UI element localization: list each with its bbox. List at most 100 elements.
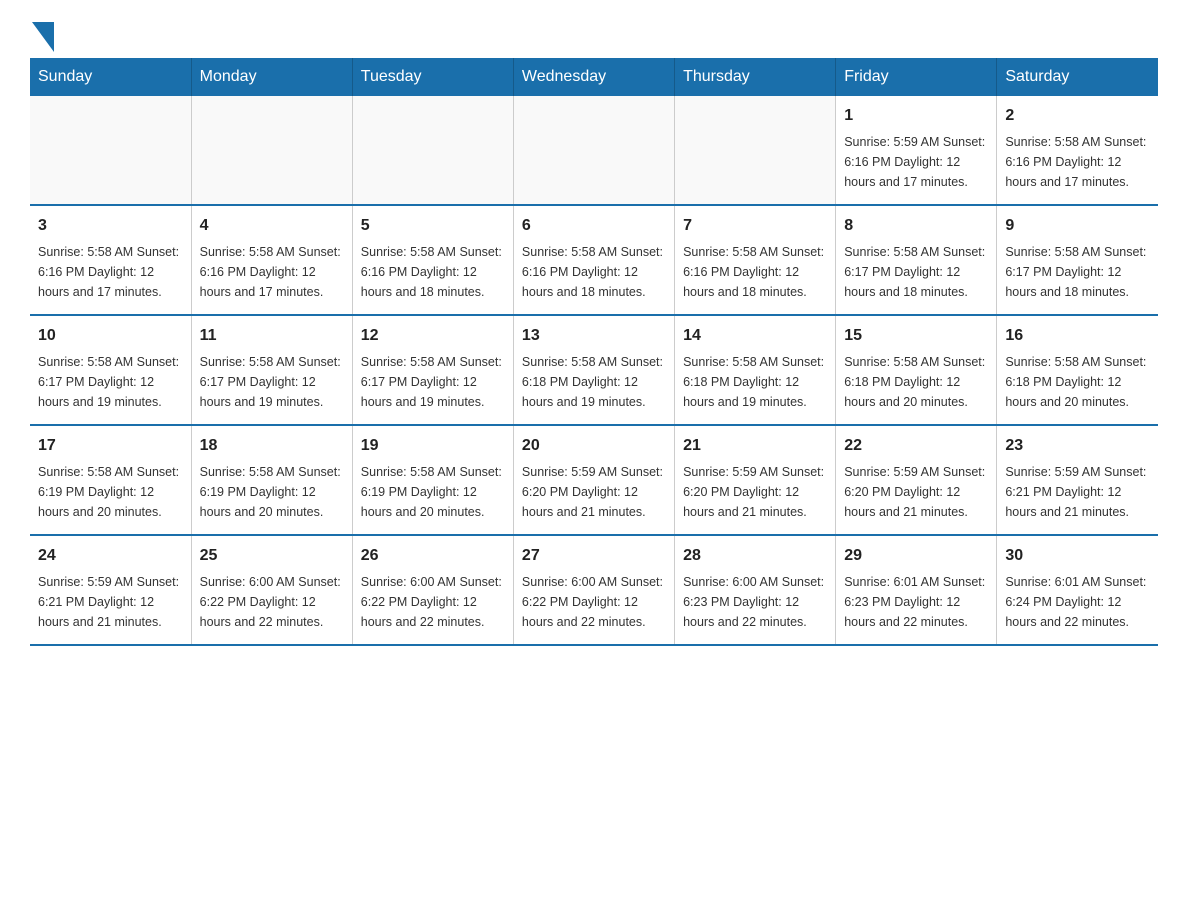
day-info: Sunrise: 5:58 AM Sunset: 6:19 PM Dayligh… [38,462,183,522]
calendar-week-row: 10 Sunrise: 5:58 AM Sunset: 6:17 PM Dayli… [30,315,1158,425]
day-info: Sunrise: 5:58 AM Sunset: 6:16 PM Dayligh… [522,242,666,302]
day-number: 20 [522,434,666,458]
day-info: Sunrise: 5:58 AM Sunset: 6:18 PM Dayligh… [683,352,827,412]
calendar-cell [675,96,836,205]
calendar-cell: 25 Sunrise: 6:00 AM Sunset: 6:22 PM Dayli… [191,535,352,645]
day-number: 11 [200,324,344,348]
day-number: 30 [1005,544,1150,568]
calendar-cell: 14 Sunrise: 5:58 AM Sunset: 6:18 PM Dayli… [675,315,836,425]
calendar-cell: 4Sunrise: 5:58 AM Sunset: 6:16 PM Daylig… [191,205,352,315]
calendar-cell: 11 Sunrise: 5:58 AM Sunset: 6:17 PM Dayli… [191,315,352,425]
calendar-cell: 24Sunrise: 5:59 AM Sunset: 6:21 PM Dayli… [30,535,191,645]
day-info: Sunrise: 5:59 AM Sunset: 6:20 PM Dayligh… [844,462,988,522]
weekday-header-saturday: Saturday [997,58,1158,96]
day-info: Sunrise: 5:59 AM Sunset: 6:16 PM Dayligh… [844,132,988,192]
day-info: Sunrise: 5:59 AM Sunset: 6:20 PM Dayligh… [683,462,827,522]
logo [30,20,54,48]
day-number: 27 [522,544,666,568]
calendar-header-row: SundayMondayTuesdayWednesdayThursdayFrid… [30,58,1158,96]
calendar-cell: 17 Sunrise: 5:58 AM Sunset: 6:19 PM Dayli… [30,425,191,535]
calendar-week-row: 1 Sunrise: 5:59 AM Sunset: 6:16 PM Daylig… [30,96,1158,205]
day-info: Sunrise: 5:58 AM Sunset: 6:17 PM Dayligh… [1005,242,1150,302]
day-number: 14 [683,324,827,348]
calendar-cell: 1 Sunrise: 5:59 AM Sunset: 6:16 PM Daylig… [836,96,997,205]
day-number: 3 [38,214,183,238]
day-number: 13 [522,324,666,348]
day-number: 21 [683,434,827,458]
day-info: Sunrise: 5:58 AM Sunset: 6:17 PM Dayligh… [844,242,988,302]
calendar-cell: 7 Sunrise: 5:58 AM Sunset: 6:16 PM Daylig… [675,205,836,315]
weekday-header-thursday: Thursday [675,58,836,96]
day-number: 19 [361,434,505,458]
day-info: Sunrise: 6:00 AM Sunset: 6:22 PM Dayligh… [200,572,344,632]
calendar-cell: 15 Sunrise: 5:58 AM Sunset: 6:18 PM Dayli… [836,315,997,425]
day-info: Sunrise: 5:58 AM Sunset: 6:16 PM Dayligh… [361,242,505,302]
day-number: 16 [1005,324,1150,348]
day-number: 7 [683,214,827,238]
day-info: Sunrise: 5:58 AM Sunset: 6:18 PM Dayligh… [522,352,666,412]
day-number: 29 [844,544,988,568]
calendar-cell: 29Sunrise: 6:01 AM Sunset: 6:23 PM Dayli… [836,535,997,645]
day-number: 28 [683,544,827,568]
day-info: Sunrise: 6:00 AM Sunset: 6:22 PM Dayligh… [361,572,505,632]
day-info: Sunrise: 5:59 AM Sunset: 6:20 PM Dayligh… [522,462,666,522]
calendar-cell: 10 Sunrise: 5:58 AM Sunset: 6:17 PM Dayli… [30,315,191,425]
day-info: Sunrise: 5:58 AM Sunset: 6:19 PM Dayligh… [361,462,505,522]
logo-flag-icon [32,22,54,52]
day-info: Sunrise: 6:00 AM Sunset: 6:23 PM Dayligh… [683,572,827,632]
day-info: Sunrise: 5:58 AM Sunset: 6:17 PM Dayligh… [38,352,183,412]
day-info: Sunrise: 5:58 AM Sunset: 6:18 PM Dayligh… [844,352,988,412]
day-number: 24 [38,544,183,568]
calendar-week-row: 3 Sunrise: 5:58 AM Sunset: 6:16 PM Daylig… [30,205,1158,315]
calendar-cell: 16 Sunrise: 5:58 AM Sunset: 6:18 PM Dayli… [997,315,1158,425]
calendar-cell: 2 Sunrise: 5:58 AM Sunset: 6:16 PM Daylig… [997,96,1158,205]
calendar-cell: 8 Sunrise: 5:58 AM Sunset: 6:17 PM Daylig… [836,205,997,315]
weekday-header-friday: Friday [836,58,997,96]
calendar-week-row: 24Sunrise: 5:59 AM Sunset: 6:21 PM Dayli… [30,535,1158,645]
calendar-cell: 27 Sunrise: 6:00 AM Sunset: 6:22 PM Dayli… [513,535,674,645]
calendar-cell [191,96,352,205]
day-number: 12 [361,324,505,348]
day-number: 22 [844,434,988,458]
calendar-cell: 18 Sunrise: 5:58 AM Sunset: 6:19 PM Dayli… [191,425,352,535]
page-header [30,20,1158,48]
calendar-week-row: 17 Sunrise: 5:58 AM Sunset: 6:19 PM Dayli… [30,425,1158,535]
day-number: 18 [200,434,344,458]
day-number: 25 [200,544,344,568]
calendar-cell [513,96,674,205]
day-info: Sunrise: 5:58 AM Sunset: 6:19 PM Dayligh… [200,462,344,522]
calendar-cell: 22 Sunrise: 5:59 AM Sunset: 6:20 PM Dayli… [836,425,997,535]
day-number: 4 [200,214,344,238]
calendar-cell [352,96,513,205]
day-number: 15 [844,324,988,348]
day-number: 26 [361,544,505,568]
day-info: Sunrise: 5:58 AM Sunset: 6:17 PM Dayligh… [200,352,344,412]
day-number: 17 [38,434,183,458]
day-info: Sunrise: 5:58 AM Sunset: 6:16 PM Dayligh… [38,242,183,302]
day-number: 23 [1005,434,1150,458]
day-info: Sunrise: 5:58 AM Sunset: 6:16 PM Dayligh… [683,242,827,302]
calendar-cell: 21 Sunrise: 5:59 AM Sunset: 6:20 PM Dayli… [675,425,836,535]
calendar-cell: 5 Sunrise: 5:58 AM Sunset: 6:16 PM Daylig… [352,205,513,315]
calendar-cell: 30 Sunrise: 6:01 AM Sunset: 6:24 PM Dayli… [997,535,1158,645]
calendar-cell: 6Sunrise: 5:58 AM Sunset: 6:16 PM Daylig… [513,205,674,315]
day-info: Sunrise: 5:58 AM Sunset: 6:18 PM Dayligh… [1005,352,1150,412]
day-info: Sunrise: 6:00 AM Sunset: 6:22 PM Dayligh… [522,572,666,632]
calendar-cell: 28 Sunrise: 6:00 AM Sunset: 6:23 PM Dayli… [675,535,836,645]
day-info: Sunrise: 5:58 AM Sunset: 6:17 PM Dayligh… [361,352,505,412]
calendar-cell: 19 Sunrise: 5:58 AM Sunset: 6:19 PM Dayli… [352,425,513,535]
day-info: Sunrise: 5:59 AM Sunset: 6:21 PM Dayligh… [1005,462,1150,522]
day-info: Sunrise: 5:58 AM Sunset: 6:16 PM Dayligh… [1005,132,1150,192]
day-info: Sunrise: 6:01 AM Sunset: 6:24 PM Dayligh… [1005,572,1150,632]
day-number: 8 [844,214,988,238]
calendar-cell: 12 Sunrise: 5:58 AM Sunset: 6:17 PM Dayli… [352,315,513,425]
calendar-table: SundayMondayTuesdayWednesdayThursdayFrid… [30,58,1158,646]
calendar-cell: 13 Sunrise: 5:58 AM Sunset: 6:18 PM Dayli… [513,315,674,425]
day-number: 2 [1005,104,1150,128]
day-number: 10 [38,324,183,348]
day-number: 5 [361,214,505,238]
day-number: 1 [844,104,988,128]
calendar-cell [30,96,191,205]
weekday-header-monday: Monday [191,58,352,96]
calendar-cell: 23 Sunrise: 5:59 AM Sunset: 6:21 PM Dayli… [997,425,1158,535]
